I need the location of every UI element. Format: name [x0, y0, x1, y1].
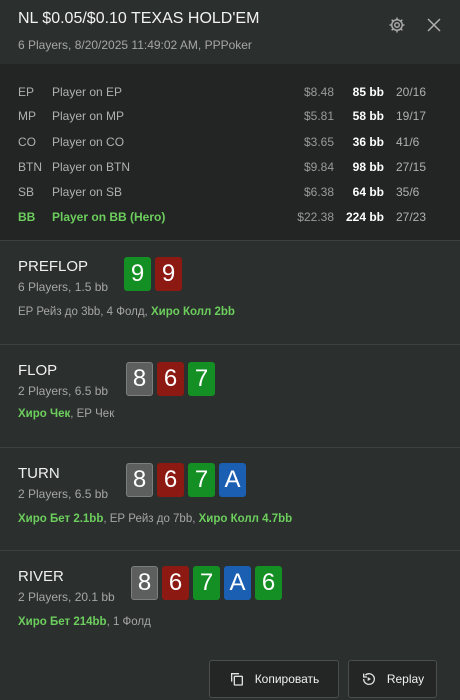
player-stack-usd: $3.65	[303, 135, 334, 149]
player-stack-bb: 58 bb	[352, 109, 384, 123]
street-info: 6 Players, 1.5 bb	[18, 280, 109, 294]
action-text: , ЕР Чек	[70, 408, 115, 420]
board-cards: 867	[126, 362, 215, 396]
player-stack-usd: $9.84	[303, 160, 334, 174]
player-name: Player on EP	[52, 85, 123, 99]
replay-button[interactable]: Replay	[348, 660, 437, 698]
street-turn: TURN 2 Players, 6.5 bb 8 6 7 A Хиро Бет 2.1bb,…	[0, 447, 460, 550]
player-stats: 27/15	[396, 160, 427, 174]
player-stats: 35/6	[396, 185, 420, 199]
street-name: FLOP	[18, 362, 58, 379]
player-name: Player on BB (Hero)	[52, 210, 166, 224]
player-stats: 19/17	[396, 109, 427, 123]
hero-action: Хиро Колл 2bb	[150, 306, 235, 318]
player-stack-bb: 98 bb	[352, 160, 384, 174]
player-row: CO Player on CO $3.65 36 bb 41/6	[0, 130, 460, 154]
street-preflop: PREFLOP 6 Players, 1.5 bb 9 9 EP Рейз до 3bb…	[0, 240, 460, 344]
card: 6	[162, 566, 189, 600]
player-stack-usd: $6.38	[303, 185, 334, 199]
replay-icon	[362, 673, 375, 685]
card: 7	[188, 362, 215, 396]
player-position: EP	[18, 85, 35, 99]
player-position: CO	[18, 135, 36, 149]
card: 8	[126, 463, 153, 497]
gear-icon[interactable]	[388, 16, 406, 34]
player-position: MP	[18, 109, 36, 123]
hero-action: Хиро Чек	[18, 408, 71, 420]
player-name: Player on SB	[52, 185, 123, 199]
player-stack-usd: $5.81	[303, 109, 334, 123]
player-name: Player on BTN	[52, 160, 131, 174]
copy-button[interactable]: Копировать	[209, 660, 339, 698]
hand-title: NL $0.05/$0.10 TEXAS HOLD'EM	[18, 10, 260, 27]
player-stack-usd: $8.48	[303, 85, 334, 99]
card: 9	[155, 257, 182, 291]
street-actions: Хиро Бет 214bb, 1 Фолд	[18, 616, 151, 628]
card: 8	[131, 566, 158, 600]
player-position: SB	[18, 185, 35, 199]
player-row: MP Player on MP $5.81 58 bb 19/17	[0, 104, 460, 128]
player-stats: 27/23	[396, 210, 427, 224]
board-cards: 867A6	[131, 566, 282, 600]
player-stack-bb: 224 bb	[345, 210, 384, 224]
copy-button-label: Копировать	[254, 672, 320, 686]
street-name: RIVER	[18, 568, 64, 585]
street-info: 2 Players, 6.5 bb	[18, 487, 109, 501]
hero-action: Хиро Бет 214bb	[18, 616, 107, 628]
street-name: PREFLOP	[18, 258, 89, 275]
player-position: BB	[18, 210, 36, 224]
replay-button-label: Replay	[386, 672, 425, 686]
card: 9	[124, 257, 151, 291]
copy-icon	[230, 673, 243, 686]
player-stats: 41/6	[396, 135, 420, 149]
player-position: BTN	[18, 160, 42, 174]
player-row: BB Player on BB (Hero) $22.38 224 bb 27/23	[0, 205, 460, 229]
street-info: 2 Players, 20.1 bb	[18, 590, 115, 604]
player-name: Player on MP	[52, 109, 125, 123]
action-text: EP Рейз до 3bb, 4 Фолд,	[18, 306, 151, 318]
player-stack-bb: 36 bb	[352, 135, 384, 149]
card: 6	[255, 566, 282, 600]
action-text: , ЕР Рейз до 7bb,	[103, 513, 199, 525]
player-stats: 20/16	[396, 85, 427, 99]
street-actions: Хиро Бет 2.1bb, ЕР Рейз до 7bb, Хиро Кол…	[18, 513, 292, 525]
street-info: 2 Players, 6.5 bb	[18, 384, 109, 398]
player-name: Player on CO	[52, 135, 125, 149]
board-cards: 99	[124, 257, 182, 291]
hero-action: Хиро Бет 2.1bb	[18, 513, 104, 525]
card: 7	[193, 566, 220, 600]
street-actions: EP Рейз до 3bb, 4 Фолд, Хиро Колл 2bb	[18, 306, 235, 318]
hand-header: NL $0.05/$0.10 TEXAS HOLD'EM 6 Players, …	[0, 0, 460, 64]
player-stack-usd: $22.38	[297, 210, 334, 224]
card: 6	[157, 362, 184, 396]
player-row: BTN Player on BTN $9.84 98 bb 27/15	[0, 155, 460, 179]
player-row: SB Player on SB $6.38 64 bb 35/6	[0, 180, 460, 204]
street-actions: Хиро Чек, ЕР Чек	[18, 408, 114, 420]
action-text: , 1 Фолд	[106, 616, 151, 628]
street-river: RIVER 2 Players, 20.1 bb 8 6 7 A 6 Хиро Бет 214…	[0, 550, 460, 660]
card: 6	[157, 463, 184, 497]
player-stack-bb: 85 bb	[352, 85, 384, 99]
street-name: TURN	[18, 465, 60, 482]
card: A	[219, 463, 246, 497]
card: 7	[188, 463, 215, 497]
hand-subtitle: 6 Players, 8/20/2025 11:49:02 AM, PPPoke…	[18, 38, 252, 52]
close-icon[interactable]	[425, 16, 443, 34]
player-stack-bb: 64 bb	[352, 185, 384, 199]
board-cards: 867A	[126, 463, 246, 497]
hero-action: Хиро Колл 4.7bb	[198, 513, 293, 525]
card: 8	[126, 362, 153, 396]
street-flop: FLOP 2 Players, 6.5 bb 8 6 7 Хиро Чек, ЕР Чек	[0, 344, 460, 447]
players-table: EP Player on EP $8.48 85 bb 20/16 MP Player on…	[0, 64, 460, 240]
player-row: EP Player on EP $8.48 85 bb 20/16	[0, 80, 460, 104]
card: A	[224, 566, 251, 600]
